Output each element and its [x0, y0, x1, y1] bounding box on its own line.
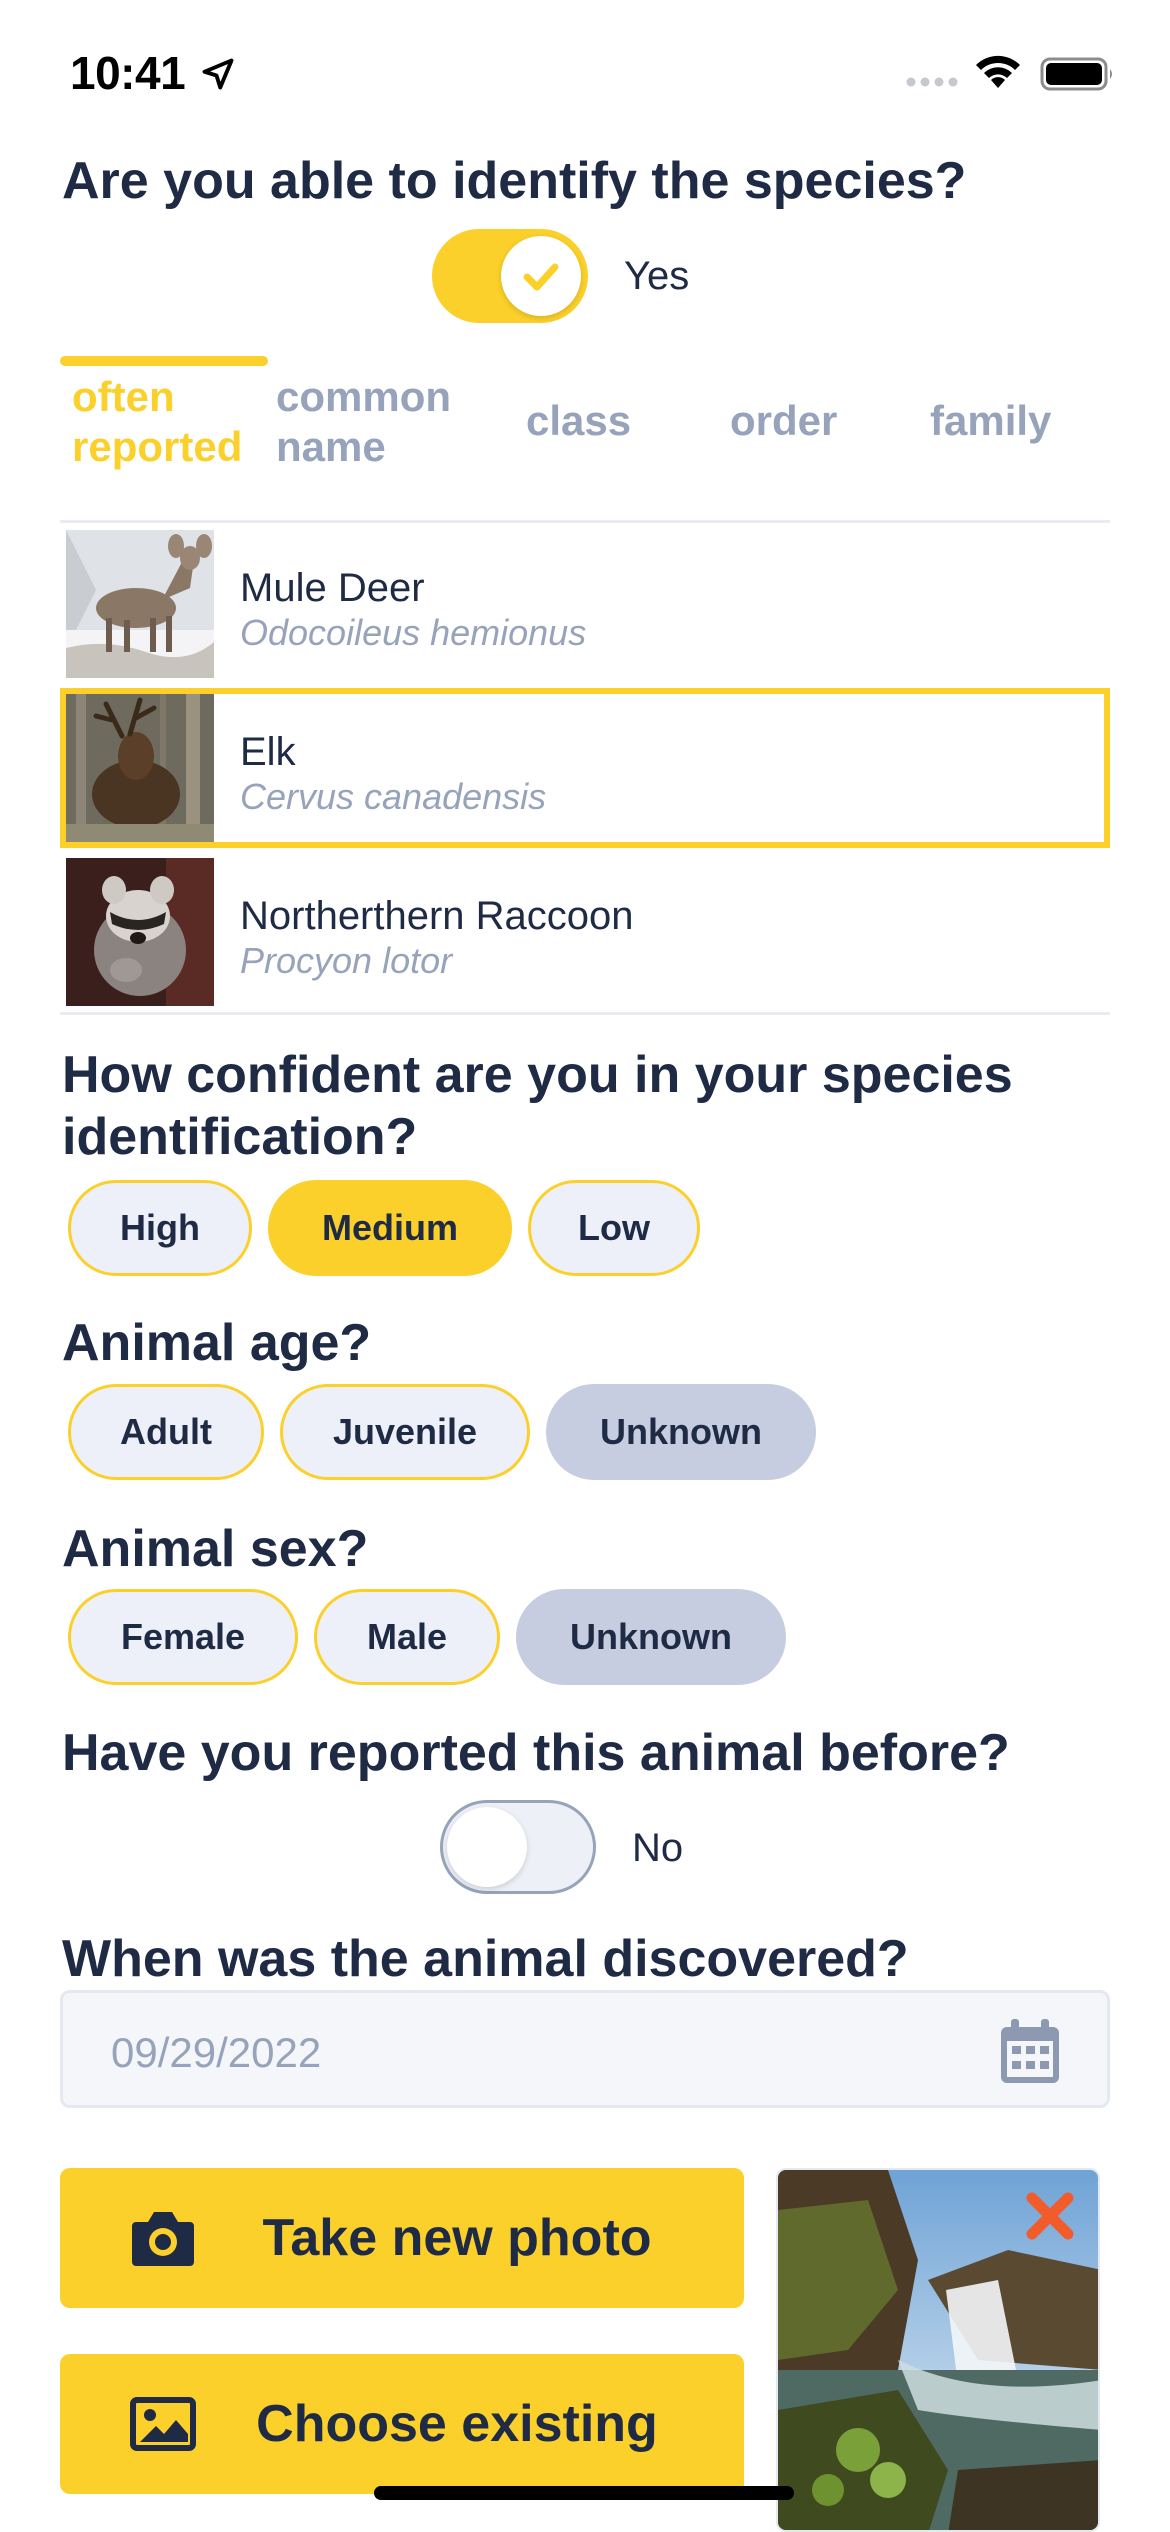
tab-label-line1: common	[276, 373, 452, 420]
species-common-name: Northerthern Raccoon	[240, 894, 634, 938]
species-row-mule-deer[interactable]: Mule Deer Odocoileus hemionus	[60, 524, 1110, 684]
battery-icon	[1040, 57, 1112, 91]
species-row-elk[interactable]: Elk Cervus canadensis	[60, 688, 1110, 848]
tab-common-name[interactable]: common name	[276, 372, 451, 472]
signal-icon	[906, 77, 958, 87]
discovered-date-value: 09/29/2022	[111, 2029, 322, 2076]
species-question: Are you able to identify the species?	[62, 152, 967, 210]
list-divider	[60, 1012, 1110, 1015]
active-tab-indicator	[60, 356, 268, 366]
elk-photo	[66, 694, 214, 842]
age-juvenile-chip[interactable]: Juvenile	[280, 1384, 530, 1480]
raccoon-photo	[66, 858, 214, 1006]
species-common-name: Mule Deer	[240, 566, 425, 610]
identify-toggle-label: Yes	[624, 254, 690, 298]
species-common-name: Elk	[240, 730, 296, 774]
selected-photo-preview[interactable]	[776, 2168, 1100, 2532]
species-row-raccoon[interactable]: Northerthern Raccoon Procyon lotor	[60, 852, 1110, 1012]
tab-label-line2: name	[276, 423, 386, 470]
tab-family[interactable]: family	[930, 396, 1051, 446]
confidence-medium-chip[interactable]: Medium	[268, 1180, 512, 1276]
take-new-photo-label: Take new photo	[262, 2209, 652, 2267]
status-bar: 10:41	[0, 0, 1170, 140]
age-unknown-chip[interactable]: Unknown	[546, 1384, 816, 1480]
home-indicator	[374, 2486, 794, 2500]
reported-before-question: Have you reported this animal before?	[62, 1724, 1010, 1782]
close-icon[interactable]	[1022, 2188, 1078, 2244]
species-scientific-name: Procyon lotor	[240, 940, 453, 981]
tab-order[interactable]: order	[730, 396, 837, 446]
species-scientific-name: Odocoileus hemionus	[240, 612, 587, 653]
calendar-icon[interactable]	[997, 2017, 1063, 2087]
take-new-photo-button[interactable]: Take new photo	[60, 2168, 744, 2308]
confidence-high-chip[interactable]: High	[68, 1180, 252, 1276]
tab-label-line2: reported	[72, 423, 243, 470]
sex-unknown-chip[interactable]: Unknown	[516, 1589, 786, 1685]
sex-male-chip[interactable]: Male	[314, 1589, 500, 1685]
confidence-question: How confident are you in your species id…	[62, 1046, 1013, 1166]
age-question: Animal age?	[62, 1314, 372, 1372]
check-icon	[523, 263, 559, 291]
confidence-low-chip[interactable]: Low	[528, 1180, 700, 1276]
discovered-date-field[interactable]: 09/29/2022	[60, 1990, 1110, 2108]
tab-label-line1: often	[72, 373, 175, 420]
discovered-question: When was the animal discovered?	[62, 1930, 909, 1988]
sex-question: Animal sex?	[62, 1520, 369, 1578]
toggle-knob	[501, 236, 581, 316]
species-scientific-name: Cervus canadensis	[240, 776, 547, 817]
sex-female-chip[interactable]: Female	[68, 1589, 298, 1685]
tab-often-reported[interactable]: often reported	[72, 372, 242, 472]
age-adult-chip[interactable]: Adult	[68, 1384, 264, 1480]
wifi-icon	[976, 55, 1020, 88]
status-time: 10:41	[70, 47, 186, 99]
tab-class[interactable]: class	[526, 396, 631, 446]
list-divider	[60, 520, 1110, 523]
reported-before-toggle-label: No	[632, 1826, 684, 1870]
choose-existing-label: Choose existing	[256, 2395, 658, 2453]
mule-deer-photo	[66, 530, 214, 678]
location-arrow-icon	[202, 58, 234, 90]
toggle-knob	[447, 1807, 527, 1887]
choose-existing-button[interactable]: Choose existing	[60, 2354, 744, 2494]
reported-before-toggle[interactable]	[440, 1800, 596, 1894]
identify-toggle[interactable]	[432, 229, 588, 323]
